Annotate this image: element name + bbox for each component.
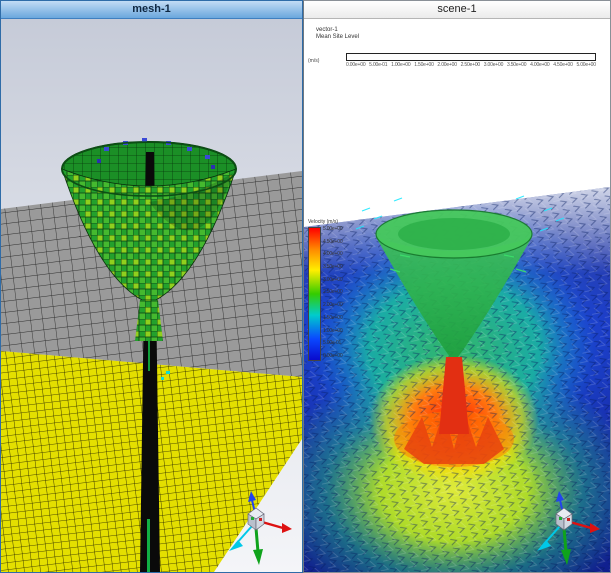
axes-triad-icon bbox=[537, 491, 600, 565]
colorbar-tick-label: 5.00e+00 bbox=[323, 226, 343, 232]
colorbar-tick-label: 3.00e+00 bbox=[323, 276, 343, 283]
scene-panel: scene-1 vector-1 Mean Site Level (m/s) 0… bbox=[303, 0, 611, 573]
ruler-tick-label: 3.50e+00 bbox=[506, 62, 527, 68]
ruler-tick-label: 2.00e+00 bbox=[437, 62, 457, 68]
ruler-tick-label: 4.50e+00 bbox=[553, 62, 573, 68]
colorbar-labels: 5.00e+00 4.50e+00 4.00e+00 3.50e+00 3.00e+00… bbox=[323, 226, 343, 359]
scene-legend: vector-1 Mean Site Level bbox=[316, 27, 359, 41]
ruler-tick-label: 2.50e+00 bbox=[460, 62, 481, 68]
axes-triad-icon bbox=[229, 491, 292, 565]
ruler-tick-label: 4.00e+00 bbox=[530, 62, 550, 68]
ruler-tick-label: 1.00e+00 bbox=[391, 62, 411, 68]
colorbar-tick-label: 2.50e+00 bbox=[323, 289, 343, 296]
scale-ruler: 0.00e+00 5.00e-01 1.00e+00 1.50e+00 2.00e+00… bbox=[346, 53, 596, 68]
ruler-tick-label: 3.00e+00 bbox=[483, 62, 504, 68]
mesh-titlebar[interactable]: mesh-1 bbox=[1, 1, 302, 19]
colorbar-gradient bbox=[308, 227, 321, 361]
app-window: mesh-1 scene-1 vector-1 Mean Site Level … bbox=[0, 0, 611, 573]
ruler-tick-label: 1.50e+00 bbox=[414, 62, 434, 68]
scale-ruler-ticks: 0.00e+00 5.00e-01 1.00e+00 1.50e+00 2.00e+00… bbox=[346, 62, 596, 68]
mesh-viewport[interactable] bbox=[1, 19, 302, 572]
mesh-panel: mesh-1 bbox=[0, 0, 303, 573]
colorbar-tick-label: 1.50e+00 bbox=[323, 314, 343, 321]
scene-viewport[interactable]: vector-1 Mean Site Level (m/s) 0.00e+00 5… bbox=[304, 19, 610, 572]
scale-ruler-bar bbox=[346, 53, 596, 61]
colorbar-tick-label: 3.50e+00 bbox=[323, 264, 343, 271]
colorbar-tick-label: 5.00e-01 bbox=[323, 340, 342, 347]
colorbar-tick-label: 4.00e+00 bbox=[323, 251, 343, 258]
colorbar-legend: Velocity (m/s) 5.00e+00 4.50e+00 4.00e+00 3… bbox=[308, 219, 360, 361]
scene-legend-line2: Mean Site Level bbox=[316, 34, 360, 40]
scene-title-label: scene-1 bbox=[437, 3, 477, 15]
mesh-title-label: mesh-1 bbox=[132, 3, 171, 15]
colorbar-tick-label: 0.00e+00 bbox=[323, 352, 343, 359]
colorbar-tick-label: 2.00e+00 bbox=[323, 302, 343, 309]
colorbar-title: Velocity (m/s) bbox=[308, 219, 339, 225]
scene-titlebar[interactable]: scene-1 bbox=[304, 1, 610, 19]
colorbar-tick-label: 1.00e+00 bbox=[323, 327, 343, 334]
ruler-tick-label: 5.00e+00 bbox=[576, 62, 596, 68]
ruler-tick-label: 5.00e-01 bbox=[369, 62, 388, 68]
ruler-tick-label: 0.00e+00 bbox=[346, 62, 366, 68]
colorbar-tick-label: 4.50e+00 bbox=[323, 238, 343, 245]
scene-legend-line1: vector-1 bbox=[316, 27, 338, 33]
ruler-unit-label: (m/s) bbox=[308, 58, 320, 64]
